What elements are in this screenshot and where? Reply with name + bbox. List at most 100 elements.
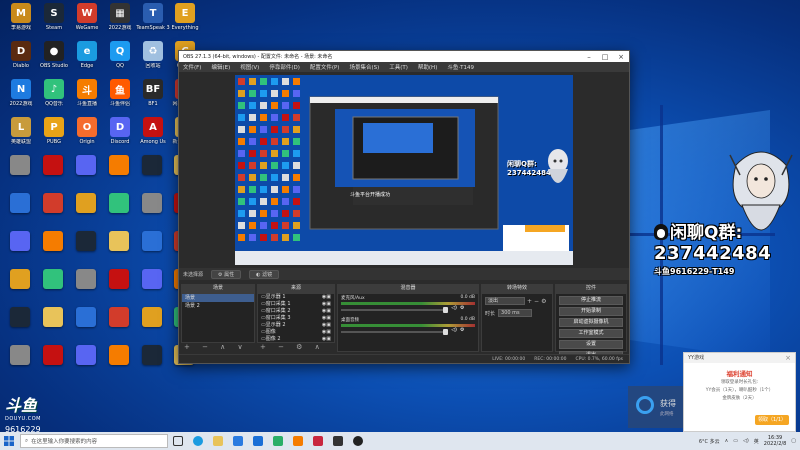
desktop-icon[interactable] xyxy=(10,155,30,175)
volume-slider[interactable] xyxy=(341,306,449,313)
gear-icon[interactable]: ⚙ xyxy=(460,327,464,333)
desktop-icon[interactable] xyxy=(142,345,162,365)
lock-icon[interactable]: ▣ xyxy=(326,308,334,315)
desktop-icon[interactable]: 鱼斗鱼伴侣 xyxy=(103,79,137,107)
obs-menu-item[interactable]: 视图(V) xyxy=(240,63,259,71)
desktop-icon[interactable]: D Diablo xyxy=(4,41,38,69)
desktop-icon[interactable] xyxy=(43,269,63,289)
taskbar-explorer-icon[interactable] xyxy=(208,432,228,450)
desktop-icon[interactable] xyxy=(76,193,96,213)
taskbar-app-icon[interactable] xyxy=(308,432,328,450)
clock[interactable]: 16:39 2022/2/8 xyxy=(764,435,786,447)
close-icon[interactable]: × xyxy=(613,53,629,61)
lock-icon[interactable]: ▣ xyxy=(326,294,334,301)
yy-notification[interactable]: YY游戏 × 福利通知 领取登录时长礼包: YY会员（1天），喇叭酷秒（1个） … xyxy=(683,352,796,432)
desktop-icon[interactable] xyxy=(76,231,96,251)
tray-chevron-icon[interactable]: ∧ xyxy=(725,438,729,444)
desktop-icon[interactable]: N 2022游戏 xyxy=(4,79,38,107)
taskbar-obs-icon[interactable] xyxy=(348,432,368,450)
desktop-icon[interactable]: D Discord xyxy=(103,117,137,145)
lock-icon[interactable]: ▣ xyxy=(326,322,334,329)
network-toast[interactable]: 获得 此网络 xyxy=(628,386,688,428)
transition-gear-icon[interactable]: ⚙ xyxy=(541,298,546,305)
taskbar-edge-icon[interactable] xyxy=(188,432,208,450)
start-button[interactable] xyxy=(0,432,18,450)
desktop-icon[interactable]: T TeamSpeak 3 xyxy=(136,3,170,31)
desktop-icon[interactable]: W WeGame xyxy=(70,3,104,31)
lock-icon[interactable]: ▣ xyxy=(326,315,334,322)
properties-button[interactable]: ⚙ 属性 xyxy=(211,269,242,279)
desktop-icon[interactable] xyxy=(10,269,30,289)
scene-item[interactable]: 场景 2 xyxy=(182,302,254,310)
desktop-icon[interactable]: L 英雄联盟 xyxy=(4,117,38,145)
obs-window[interactable]: OBS 27.1.3 (64-bit, windows) - 配置文件: 未命名… xyxy=(178,50,630,364)
obs-preview[interactable]: 斗鱼平台开播成功 闲聊Q群: 237442484 xyxy=(235,75,573,265)
source-item[interactable]: ▭ 窗口采集 1 ◉ ▣ xyxy=(258,301,334,308)
lock-icon[interactable]: ▣ xyxy=(326,336,334,343)
obs-menu-item[interactable]: 停靠部件(D) xyxy=(269,63,300,71)
desktop-icon[interactable] xyxy=(109,307,129,327)
obs-control-button[interactable]: 停止推流 xyxy=(559,296,623,305)
desktop-icon[interactable]: 斗斗鱼直播 xyxy=(70,79,104,107)
desktop-icon[interactable]: O Origin xyxy=(70,117,104,145)
volume-slider[interactable] xyxy=(341,328,449,335)
obs-control-button[interactable]: 设置 xyxy=(559,340,623,349)
desktop-icon[interactable] xyxy=(109,193,129,213)
obs-menu-item[interactable]: 工具(T) xyxy=(389,63,408,71)
claim-button[interactable]: 领取（1/1） xyxy=(755,415,789,425)
desktop-icon[interactable]: A Among Us xyxy=(136,117,170,145)
desktop-icon[interactable] xyxy=(109,269,129,289)
notification-center-icon[interactable]: ▢ xyxy=(791,438,796,444)
taskbar-mail-icon[interactable] xyxy=(248,432,268,450)
source-item[interactable]: ▭ 窗口采集 2 ◉ ▣ xyxy=(258,308,334,315)
taskbar-app-icon[interactable] xyxy=(328,432,348,450)
source-item[interactable]: ▭ 窗口采集 3 ◉ ▣ xyxy=(258,315,334,322)
network-icon[interactable]: ▭ xyxy=(733,438,738,444)
desktop-icon[interactable] xyxy=(142,193,162,213)
desktop-icon[interactable]: ♪ QQ音乐 xyxy=(37,79,71,107)
speaker-icon[interactable]: ◁) xyxy=(451,327,457,333)
duration-input[interactable]: 300 ms xyxy=(498,309,533,317)
desktop-icon[interactable] xyxy=(142,269,162,289)
desktop-icon[interactable] xyxy=(109,345,129,365)
desktop-icon[interactable] xyxy=(76,269,96,289)
desktop-icon[interactable] xyxy=(43,193,63,213)
minimize-icon[interactable]: – xyxy=(581,53,597,61)
desktop-icon[interactable]: BF BF1 xyxy=(136,79,170,107)
taskbar-search-box[interactable]: ⌕ 在这里输入你要搜索的内容 xyxy=(20,434,168,448)
volume-slider-knob[interactable] xyxy=(443,306,449,313)
desktop-icon[interactable]: E Everything xyxy=(168,3,202,31)
desktop-icon[interactable] xyxy=(142,307,162,327)
desktop-icon[interactable] xyxy=(43,345,63,365)
gear-icon[interactable]: ⚙ xyxy=(460,305,464,311)
desktop-icon[interactable] xyxy=(76,345,96,365)
desktop-icon[interactable]: M 李易游戏 xyxy=(4,3,38,31)
obs-control-button[interactable]: 工作室模式 xyxy=(559,329,623,338)
taskbar-douyu-icon[interactable] xyxy=(288,432,308,450)
taskbar-wechat-icon[interactable] xyxy=(268,432,288,450)
desktop-icon[interactable]: S Steam xyxy=(37,3,71,31)
taskbar-store-icon[interactable] xyxy=(228,432,248,450)
filters-button[interactable]: ◐ 滤镜 xyxy=(249,269,280,279)
volume-slider-knob[interactable] xyxy=(443,328,449,335)
source-item[interactable]: ▭ 图像 2 ◉ ▣ xyxy=(258,336,334,343)
source-item[interactable]: ▭ 显示器 2 ◉ ▣ xyxy=(258,322,334,329)
obs-control-button[interactable]: 开始录制 xyxy=(559,307,623,316)
weather-text[interactable]: 6°C 多云 xyxy=(699,438,720,445)
task-view-icon[interactable] xyxy=(168,432,188,450)
desktop-icon[interactable] xyxy=(10,307,30,327)
obs-menu-item[interactable]: 帮助(H) xyxy=(418,63,437,71)
desktop-icon[interactable]: Q QQ xyxy=(103,41,137,69)
lock-icon[interactable]: ▣ xyxy=(326,329,334,336)
desktop-icon[interactable] xyxy=(43,231,63,251)
desktop-icon[interactable] xyxy=(76,155,96,175)
source-item[interactable]: ▭ 显示器 1 ◉ ▣ xyxy=(258,294,334,301)
desktop-icon[interactable] xyxy=(10,345,30,365)
remove-transition-icon[interactable]: − xyxy=(534,298,539,305)
ime-indicator[interactable]: 英 xyxy=(754,438,759,445)
desktop-icon[interactable]: ▦ 2022游戏 xyxy=(103,3,137,31)
obs-titlebar[interactable]: OBS 27.1.3 (64-bit, windows) - 配置文件: 未命名… xyxy=(179,51,629,62)
obs-control-button[interactable]: 启动虚拟摄像机 xyxy=(559,318,623,327)
add-transition-icon[interactable]: + xyxy=(527,298,532,305)
desktop-icon[interactable]: P PUBG xyxy=(37,117,71,145)
